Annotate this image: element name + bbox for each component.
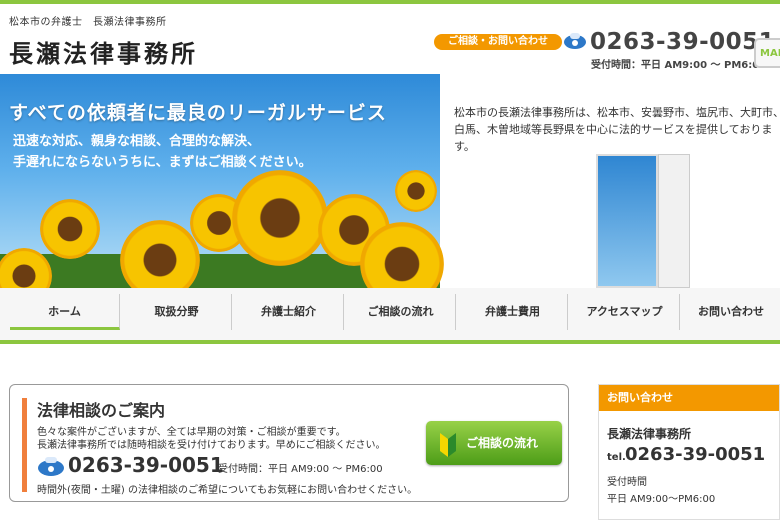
info-note: 時間外(夜間・土曜) の法律相談のご希望についてもお気軽にお問い合わせください。 — [37, 485, 418, 496]
info-text: 長瀬法律事務所では随時相談を受け付けております。早めにご相談ください。 — [37, 440, 386, 451]
sunflower-image — [120, 220, 200, 288]
nav-consultation-flow[interactable]: ご相談の流れ — [346, 294, 456, 330]
site-tagline: 松本市の弁護士 長瀬法律事務所 — [9, 17, 167, 28]
info-phone-number[interactable]: 0263-39-0051 — [68, 453, 224, 477]
nav-access-map[interactable]: アクセスマップ — [570, 294, 680, 330]
sunflower-image — [395, 170, 437, 212]
contact-sidebar: お問い合わせ 長瀬法律事務所 tel. 0263-39-0051 受付時間 平日… — [598, 384, 780, 520]
phone-icon — [38, 457, 64, 476]
nav-lawyer-profile[interactable]: 弁護士紹介 — [234, 294, 344, 330]
beginner-mark-icon — [440, 433, 456, 457]
sunflower-image — [232, 170, 328, 266]
door-image — [596, 154, 658, 288]
site-logo[interactable]: 長瀬法律事務所 — [9, 34, 198, 69]
info-title: 法律相談のご案内 — [37, 401, 166, 420]
phone-icon — [564, 33, 586, 49]
nav-practice-areas[interactable]: 取扱分野 — [122, 294, 232, 330]
site-header: 松本市の弁護士 長瀬法律事務所 長瀬法律事務所 ご相談・お問い合わせ 0263-… — [0, 4, 780, 74]
nav-home[interactable]: ホーム — [10, 294, 120, 330]
header-phone-number[interactable]: 0263-39-0051 — [590, 29, 775, 55]
info-business-hours: 受付時間：平日 AM9:00 ～ PM6:00 — [218, 464, 383, 475]
hero-subheading: 迅速な対応、親身な相談、合理的な解決、 — [13, 134, 261, 149]
nav-contact[interactable]: お問い合わせ — [682, 294, 780, 330]
nav-fees[interactable]: 弁護士費用 — [458, 294, 568, 330]
info-accent-bar — [22, 398, 27, 492]
consultation-info-box: 法律相談のご案内 色々な案件がございますが、全ては早期の対策・ご相談が重要です。… — [9, 384, 569, 502]
door-panel-image — [658, 154, 690, 288]
hero-banner: すべての依頼者に最良のリーガルサービス 迅速な対応、親身な相談、合理的な解決、 … — [0, 74, 780, 288]
sidebar-hours-label: 受付時間 — [607, 477, 647, 488]
contact-pill[interactable]: ご相談・お問い合わせ — [434, 34, 562, 50]
sidebar-tel-label: tel. — [607, 452, 626, 463]
sidebar-phone-number[interactable]: 0263-39-0051 — [625, 444, 765, 465]
sidebar-heading: お問い合わせ — [599, 385, 779, 411]
sidebar-office-name: 長瀬法律事務所 — [607, 427, 692, 441]
mail-button[interactable]: MAIL — [754, 38, 780, 68]
sunflower-image — [40, 199, 100, 259]
sidebar-hours: 平日 AM9:00～PM6:00 — [607, 494, 716, 505]
header-business-hours: 受付時間：平日 AM9:00 ～ PM6:00 — [591, 60, 767, 71]
main-navigation: ホーム 取扱分野 弁護士紹介 ご相談の流れ 弁護士費用 アクセスマップ お問い合… — [0, 288, 780, 344]
consultation-flow-label: ご相談の流れ — [465, 436, 538, 450]
hero-subheading: 手遅れにならないうちに、まずはご相談ください。 — [13, 155, 312, 170]
hero-slogan: すべての依頼者に最良のリーガルサービス — [9, 102, 387, 124]
hero-description: 松本市の長瀬法律事務所は、松本市、安曇野市、塩尻市、大町市、白馬、木曽地域等長野… — [454, 106, 780, 153]
